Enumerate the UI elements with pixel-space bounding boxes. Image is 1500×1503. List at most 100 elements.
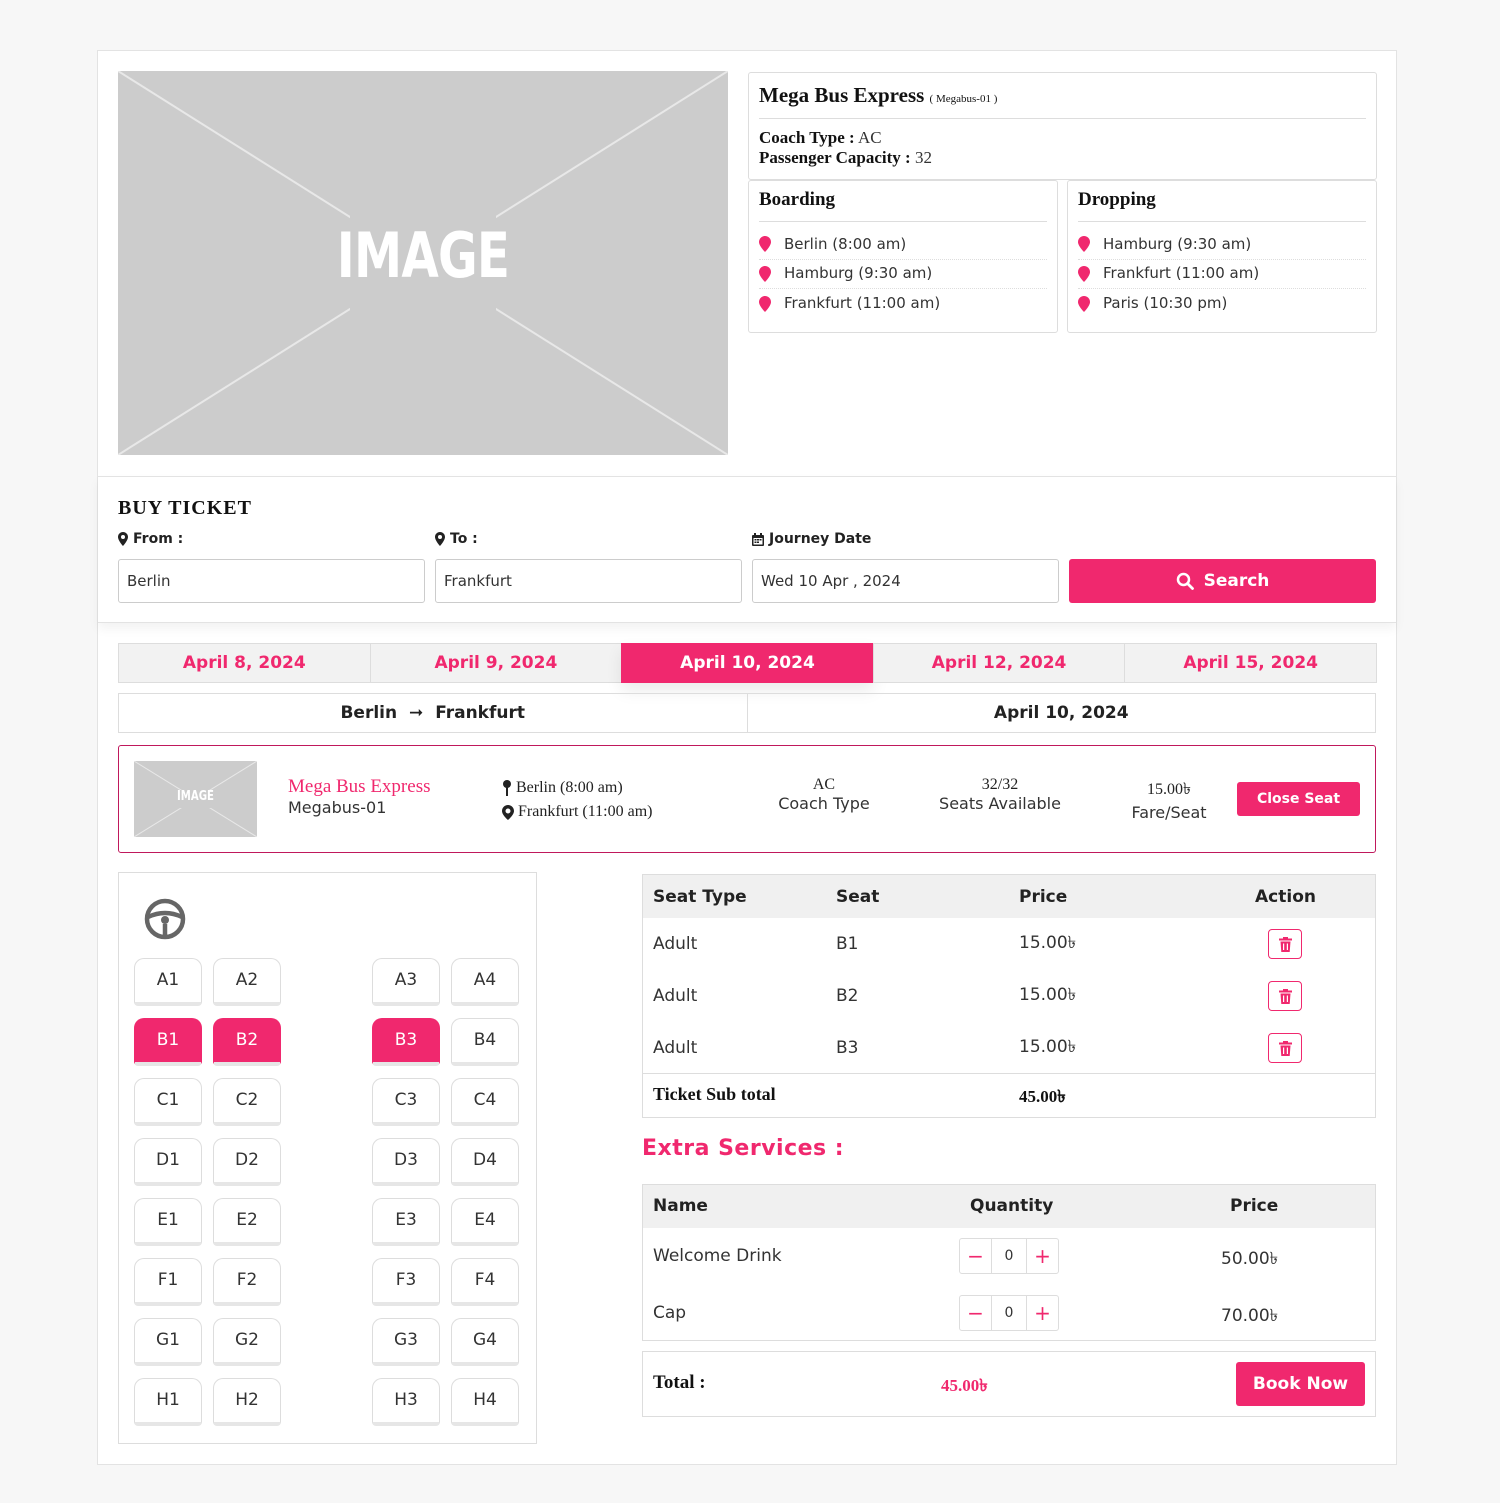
plus-button[interactable]: + <box>1027 1296 1058 1330</box>
date-tab[interactable]: April 15, 2024 <box>1124 643 1377 683</box>
map-marker-icon <box>435 532 445 546</box>
map-pin-icon <box>759 295 771 312</box>
extra-service-name: Welcome Drink <box>653 1246 782 1266</box>
dropping-item: Frankfurt (11:00 am) <box>1078 260 1366 289</box>
trash-icon <box>1278 988 1292 1004</box>
seat-h4[interactable]: H4 <box>451 1378 519 1426</box>
seat-d2[interactable]: D2 <box>213 1138 281 1186</box>
quantity-stepper: −0 + <box>959 1295 1059 1331</box>
seat-a4[interactable]: A4 <box>451 958 519 1006</box>
plus-button[interactable]: + <box>1027 1239 1058 1273</box>
calendar-icon <box>752 532 764 546</box>
seat-e1[interactable]: E1 <box>134 1198 202 1246</box>
total-value: 45.00৳ <box>941 1376 988 1395</box>
seat-f1[interactable]: F1 <box>134 1258 202 1306</box>
bus-code: ( Megabus-01 ) <box>929 93 998 105</box>
extra-service-price: 70.00৳ <box>1221 1306 1279 1326</box>
ticket-seat: B2 <box>836 986 859 1006</box>
extra-service-name: Cap <box>653 1303 687 1323</box>
coach-type-value: AC <box>858 128 882 147</box>
image-placeholder-text: IMAGE <box>336 219 510 292</box>
dropping-title: Dropping <box>1078 189 1366 222</box>
ticket-seat-type: Adult <box>653 1038 698 1058</box>
map-pin-icon <box>759 265 771 282</box>
bus-title: Mega Bus Express ( Megabus-01 ) <box>759 83 1366 119</box>
coach-type-label: Coach Type : <box>759 128 855 147</box>
ticket-table-header: Seat Type Seat Price Action <box>643 875 1375 918</box>
seat-e4[interactable]: E4 <box>451 1198 519 1246</box>
seat-e2[interactable]: E2 <box>213 1198 281 1246</box>
date-tab[interactable]: April 9, 2024 <box>369 643 623 683</box>
seat-h1[interactable]: H1 <box>134 1378 202 1426</box>
map-pin-icon <box>503 780 511 796</box>
delete-seat-button[interactable] <box>1268 929 1302 959</box>
seat-f2[interactable]: F2 <box>213 1258 281 1306</box>
seat-b4[interactable]: B4 <box>451 1018 519 1066</box>
header-quantity: Quantity <box>970 1196 1054 1216</box>
dropping-list: Hamburg (9:30 am) Frankfurt (11:00 am) Par… <box>1078 230 1366 319</box>
journey-date-input[interactable]: Wed 10 Apr , 2024 <box>752 559 1059 603</box>
minus-button[interactable]: − <box>960 1239 991 1273</box>
arrow-right-icon: ➞ <box>409 703 424 723</box>
seat-h2[interactable]: H2 <box>213 1378 281 1426</box>
bus-image: IMAGE <box>118 71 728 455</box>
boarding-item-label: Hamburg (9:30 am) <box>784 264 933 283</box>
result-stops: Berlin (8:00 am) Frankfurt (11:00 am) <box>502 776 652 824</box>
seat-g2[interactable]: G2 <box>213 1318 281 1366</box>
ticket-price: 15.00৳ <box>1019 1037 1077 1057</box>
capacity-value: 32 <box>914 148 932 167</box>
route-bar: Berlin ➞ Frankfurt April 10, 2024 <box>118 693 1376 733</box>
seat-g1[interactable]: G1 <box>134 1318 202 1366</box>
seat-c4[interactable]: C4 <box>451 1078 519 1126</box>
seat-f4[interactable]: F4 <box>451 1258 519 1306</box>
seat-d1[interactable]: D1 <box>134 1138 202 1186</box>
date-tab[interactable]: April 10, 2024 <box>621 643 874 683</box>
date-tabs: April 8, 2024 April 9, 2024 April 10, 2024… <box>118 643 1377 683</box>
seat-map: A1 A2 A3 A4 B1 B2 B3 B4 C1 C2 C3 C4 D1 D2 D3 D4 E1 E2 E3 E4… <box>118 872 537 1444</box>
boarding-panel: Boarding Berlin (8:00 am) Hamburg (9:30 a… <box>748 180 1058 333</box>
seat-b1[interactable]: B1 <box>134 1018 202 1066</box>
extra-service-price: 50.00৳ <box>1221 1249 1279 1269</box>
seat-c1[interactable]: C1 <box>134 1078 202 1126</box>
seat-c3[interactable]: C3 <box>372 1078 440 1126</box>
seat-a3[interactable]: A3 <box>372 958 440 1006</box>
boarding-title: Boarding <box>759 189 1047 222</box>
seat-d4[interactable]: D4 <box>451 1138 519 1186</box>
seat-b2[interactable]: B2 <box>213 1018 281 1066</box>
seat-b3[interactable]: B3 <box>372 1018 440 1066</box>
seat-f3[interactable]: F3 <box>372 1258 440 1306</box>
book-now-button[interactable]: Book Now <box>1236 1362 1365 1406</box>
close-seat-button[interactable]: Close Seat <box>1237 782 1360 816</box>
seat-d3[interactable]: D3 <box>372 1138 440 1186</box>
bus-details-card: IMAGE Mega Bus Express ( Megabus-01 ) Co… <box>97 50 1397 1465</box>
ticket-table: Seat Type Seat Price Action Adult B1 15.00… <box>642 874 1376 1118</box>
quantity-value[interactable]: 0 <box>991 1296 1027 1330</box>
seat-e3[interactable]: E3 <box>372 1198 440 1246</box>
search-button[interactable]: Search <box>1069 559 1376 603</box>
delete-seat-button[interactable] <box>1268 981 1302 1011</box>
seat-h3[interactable]: H3 <box>372 1378 440 1426</box>
bus-info-panel: Mega Bus Express ( Megabus-01 ) Coach Ty… <box>748 72 1377 180</box>
seat-g3[interactable]: G3 <box>372 1318 440 1366</box>
ticket-subtotal-row: Ticket Sub total 45.00৳ <box>643 1073 1375 1117</box>
seat-a1[interactable]: A1 <box>134 958 202 1006</box>
bus-thumbnail: IMAGE <box>134 761 257 837</box>
date-tab[interactable]: April 12, 2024 <box>872 643 1126 683</box>
map-pin-icon <box>1078 236 1090 253</box>
date-tab[interactable]: April 8, 2024 <box>118 643 371 683</box>
quantity-value[interactable]: 0 <box>991 1239 1027 1273</box>
result-seats: 32/32 Seats Available <box>939 776 1061 813</box>
seat-c2[interactable]: C2 <box>213 1078 281 1126</box>
seat-g4[interactable]: G4 <box>451 1318 519 1366</box>
delete-seat-button[interactable] <box>1268 1033 1302 1063</box>
from-input[interactable]: Berlin <box>118 559 425 603</box>
seat-a2[interactable]: A2 <box>213 958 281 1006</box>
boarding-item-label: Frankfurt (11:00 am) <box>784 294 941 313</box>
minus-button[interactable]: − <box>960 1296 991 1330</box>
extra-services-title: Extra Services : <box>642 1136 845 1161</box>
to-input[interactable]: Frankfurt <box>435 559 742 603</box>
ticket-seat-type: Adult <box>653 934 698 954</box>
ticket-rows: Adult B1 15.00৳ Adult B2 15.00৳ Adult B3 15.00৳ <box>643 918 1375 1074</box>
header-action: Action <box>1255 886 1316 907</box>
ticket-row: Adult B2 15.00৳ <box>643 970 1375 1022</box>
